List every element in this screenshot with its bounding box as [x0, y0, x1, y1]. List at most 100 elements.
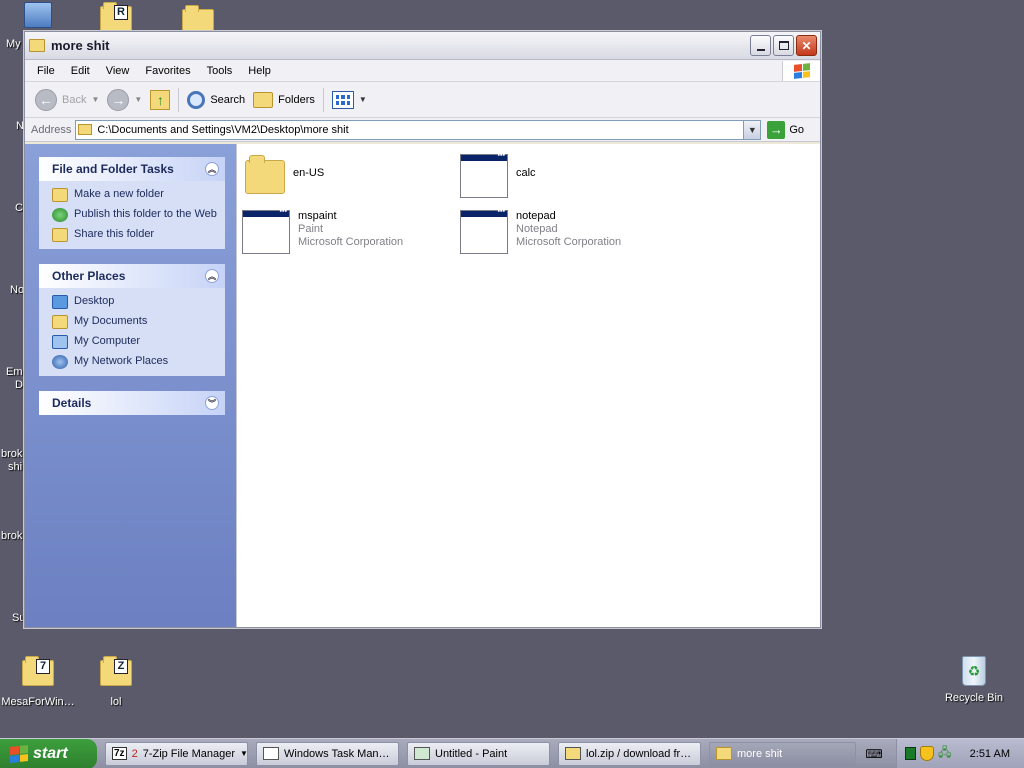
place-my-documents[interactable]: My Documents — [52, 315, 217, 329]
title-bar[interactable]: more shit ✕ — [25, 32, 820, 60]
folders-button[interactable]: Folders — [249, 85, 319, 115]
place-desktop[interactable]: Desktop — [52, 295, 217, 309]
explorer-window[interactable]: more shit ✕ File Edit View Favorites Too… — [24, 31, 821, 628]
desktop-icon-r-folder[interactable]: R — [98, 0, 138, 32]
folder-icon: 7 — [22, 656, 54, 686]
taskbar-item-lol-zip[interactable]: lol.zip / download fr… — [558, 741, 701, 766]
desktop-icon-recycle-bin[interactable]: ♻ Recycle Bin — [936, 656, 1012, 704]
search-icon — [187, 90, 206, 109]
application-icon — [460, 152, 508, 198]
task-make-new-folder[interactable]: Make a new folder — [52, 188, 217, 202]
panel-header[interactable]: Other Places ︽ — [39, 264, 225, 288]
back-dropdown-icon[interactable]: ▼ — [91, 95, 99, 104]
desktop-icon-my-computer-partial[interactable] — [0, 0, 60, 28]
up-button[interactable]: ↑ — [146, 85, 174, 115]
file-name: notepad — [516, 210, 556, 222]
forward-dropdown-icon[interactable]: ▼ — [134, 95, 142, 104]
desktop-label-partial: Em — [6, 366, 23, 378]
menu-edit[interactable]: Edit — [63, 65, 98, 77]
taskbar-item-label: 7-Zip File Manager — [142, 747, 236, 760]
file-item-folder[interactable]: en-US — [245, 154, 324, 194]
file-item-exe[interactable]: notepad Notepad Microsoft Corporation — [460, 208, 622, 254]
taskbar-item-more-shit[interactable]: more shit — [709, 741, 856, 766]
file-item-exe[interactable]: calc — [460, 152, 536, 198]
toolbar-separator — [322, 87, 324, 112]
menu-view[interactable]: View — [98, 65, 138, 77]
collapse-icon[interactable]: ︽ — [205, 162, 219, 176]
panel-header[interactable]: Details ︾ — [39, 391, 225, 415]
task-pane: File and Folder Tasks ︽ Make a new folde… — [25, 144, 236, 627]
archive-badge: 7 — [36, 659, 50, 674]
file-list[interactable]: en-US calc mspaint Paint Microsoft Corpo… — [236, 144, 820, 627]
globe-icon — [52, 208, 68, 222]
window-title: more shit — [51, 38, 110, 53]
address-dropdown-button[interactable]: ▼ — [743, 120, 761, 139]
file-description: Notepad — [516, 223, 558, 235]
taskbar-item-paint[interactable]: Untitled - Paint — [407, 741, 550, 766]
task-share-folder[interactable]: Share this folder — [52, 228, 217, 242]
clock[interactable]: 2:51 AM — [970, 748, 1010, 760]
address-input[interactable]: C:\Documents and Settings\VM2\Desktop\mo… — [75, 119, 762, 140]
desktop-label-partial: My — [6, 38, 21, 50]
taskbar-item-task-manager[interactable]: Windows Task Man… — [256, 741, 399, 766]
group-dropdown-icon: ▼ — [240, 749, 248, 758]
collapse-icon[interactable]: ︽ — [205, 269, 219, 283]
back-button[interactable]: ← Back ▼ — [31, 85, 103, 115]
system-tray: 🖧 2:51 AM — [896, 738, 1024, 768]
menu-help[interactable]: Help — [240, 65, 279, 77]
content-area: File and Folder Tasks ︽ Make a new folde… — [25, 144, 820, 627]
keyboard-icon[interactable]: ⌨ — [862, 739, 886, 768]
maximize-icon — [778, 41, 789, 50]
desktop-icon-mesaforwin[interactable]: 7 MesaForWin… — [0, 656, 76, 708]
close-button[interactable]: ✕ — [796, 35, 817, 56]
file-item-exe[interactable]: mspaint Paint Microsoft Corporation — [242, 208, 404, 254]
menu-favorites[interactable]: Favorites — [137, 65, 198, 77]
folders-label: Folders — [278, 93, 315, 106]
desktop-icon-label: Recycle Bin — [944, 692, 1004, 704]
place-label: Desktop — [74, 295, 115, 307]
task-publish-folder[interactable]: Publish this folder to the Web — [52, 208, 217, 222]
desktop-icon-label: MesaForWin… — [1, 696, 75, 708]
panel-header[interactable]: File and Folder Tasks ︽ — [39, 157, 225, 181]
address-path: C:\Documents and Settings\VM2\Desktop\mo… — [97, 123, 349, 136]
place-my-network-places[interactable]: My Network Places — [52, 355, 217, 369]
forward-button[interactable]: → ▼ — [103, 85, 146, 115]
panel-title: Other Places — [52, 269, 126, 283]
views-button[interactable]: ▼ — [328, 85, 371, 115]
desktop-icon-lol[interactable]: Z lol — [78, 656, 154, 708]
file-company: Microsoft Corporation — [516, 236, 622, 248]
go-button[interactable]: → Go — [767, 120, 805, 139]
security-shield-icon[interactable] — [920, 746, 934, 761]
maximize-button[interactable] — [773, 35, 794, 56]
network-connection-icon[interactable]: 🖧 — [938, 743, 951, 764]
menu-tools[interactable]: Tools — [199, 65, 241, 77]
place-label: My Documents — [74, 315, 148, 327]
desktop-label-partial: shi — [8, 461, 23, 473]
task-label: Publish this folder to the Web — [74, 208, 217, 220]
desktop-label-partial: brok — [1, 448, 23, 460]
archive-badge: R — [114, 5, 128, 20]
go-label: Go — [789, 123, 805, 136]
search-button[interactable]: Search — [183, 85, 249, 115]
tray-app-icon[interactable] — [905, 747, 916, 760]
taskbar-item-count: 2 — [131, 747, 138, 760]
place-label: My Network Places — [74, 355, 169, 367]
place-my-computer[interactable]: My Computer — [52, 335, 217, 349]
minimize-button[interactable] — [750, 35, 771, 56]
download-icon — [565, 747, 581, 760]
expand-icon[interactable]: ︾ — [205, 396, 219, 410]
folder-icon: Z — [100, 656, 132, 686]
start-button[interactable]: start — [0, 738, 97, 768]
address-label: Address — [31, 123, 72, 136]
start-label: start — [33, 744, 68, 762]
folder-icon — [29, 39, 45, 52]
menu-file[interactable]: File — [29, 65, 63, 77]
file-company: Microsoft Corporation — [298, 236, 404, 248]
windows-flag-icon — [10, 744, 28, 763]
desktop-icon — [52, 295, 68, 309]
taskbar-item-7zip[interactable]: 7z 2 7-Zip File Manager ▼ — [105, 741, 248, 766]
back-label: Back — [62, 93, 87, 106]
minimize-icon — [756, 48, 765, 51]
views-dropdown-icon: ▼ — [358, 95, 367, 104]
desktop-icon-folder[interactable] — [180, 0, 220, 35]
